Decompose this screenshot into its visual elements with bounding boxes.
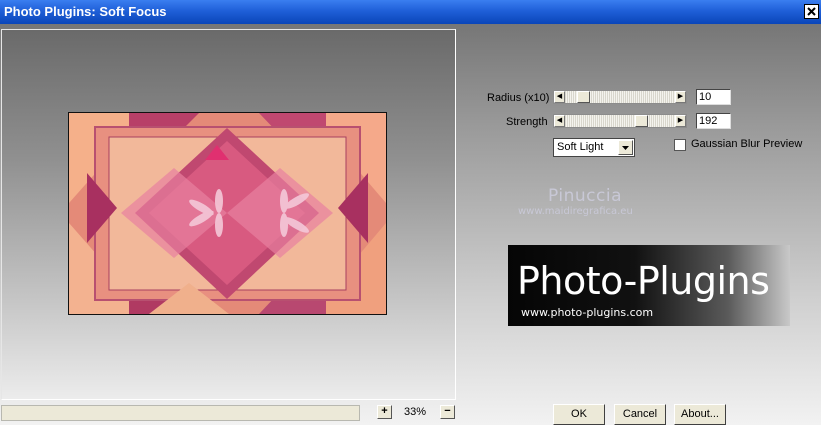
slider-right-arrow-icon[interactable]: ▶ [675, 91, 686, 103]
zoom-level: 33% [404, 406, 427, 418]
strength-slider[interactable]: ◀ ▶ [553, 114, 687, 128]
radius-input[interactable]: 10 [696, 89, 731, 105]
watermark-url: www.maidiregrafica.eu [518, 206, 633, 217]
radius-label: Radius (x10) [487, 92, 550, 104]
preview-image[interactable] [68, 112, 387, 315]
zoom-out-button[interactable]: − [440, 405, 455, 419]
radius-slider[interactable]: ◀ ▶ [553, 90, 687, 104]
slider-right-arrow-icon[interactable]: ▶ [675, 115, 686, 127]
zoom-in-button[interactable]: + [377, 405, 392, 419]
blend-mode-select[interactable]: Soft Light [553, 138, 635, 157]
chevron-down-icon [622, 145, 629, 150]
photo-plugins-logo: Photo-Plugins www.photo-plugins.com [508, 245, 790, 326]
close-button[interactable] [804, 4, 819, 19]
ok-button[interactable]: OK [553, 404, 605, 425]
dropdown-button[interactable] [618, 140, 633, 155]
progress-bar [1, 405, 360, 421]
logo-title: Photo-Plugins [517, 259, 770, 303]
window-title: Photo Plugins: Soft Focus [4, 4, 167, 19]
title-bar: Photo Plugins: Soft Focus [0, 0, 821, 24]
strength-slider-thumb[interactable] [634, 115, 648, 127]
logo-url: www.photo-plugins.com [521, 306, 654, 319]
slider-left-arrow-icon[interactable]: ◀ [554, 91, 565, 103]
radius-slider-thumb[interactable] [576, 91, 590, 103]
strength-input[interactable]: 192 [696, 113, 731, 129]
gaussian-blur-label: Gaussian Blur Preview [691, 138, 803, 150]
cancel-button[interactable]: Cancel [614, 404, 666, 425]
close-icon [807, 7, 816, 16]
blend-mode-value: Soft Light [557, 141, 604, 153]
slider-left-arrow-icon[interactable]: ◀ [554, 115, 565, 127]
watermark-name: Pinuccia [548, 186, 622, 206]
about-button[interactable]: About... [674, 404, 726, 425]
strength-label: Strength [506, 116, 548, 128]
gaussian-blur-checkbox[interactable] [674, 139, 686, 151]
